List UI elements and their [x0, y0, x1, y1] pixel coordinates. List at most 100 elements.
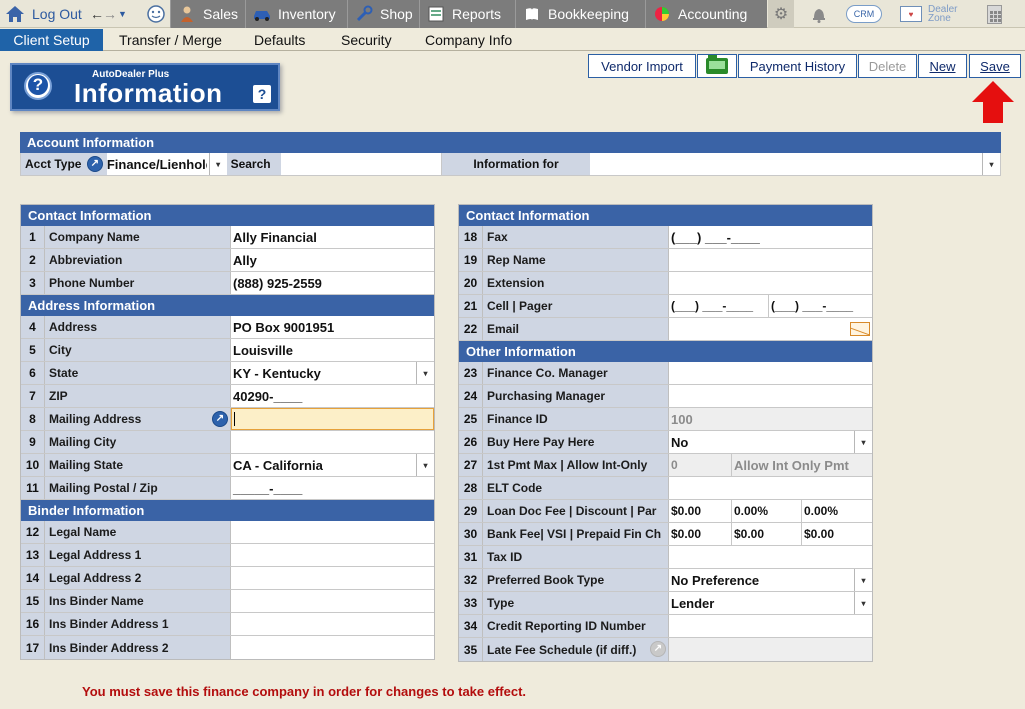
- chevron-down-icon[interactable]: ▾: [854, 569, 872, 591]
- delete-button[interactable]: Delete: [858, 54, 917, 78]
- purchasing-manager-input[interactable]: [669, 385, 872, 407]
- legal-name-input[interactable]: [231, 521, 434, 543]
- book-type-value: No Preference: [671, 572, 760, 588]
- finance-manager-input[interactable]: [669, 362, 872, 384]
- nav-tab-accounting[interactable]: Accounting: [645, 0, 767, 28]
- user-face-icon[interactable]: [145, 0, 167, 28]
- elt-code-input[interactable]: [669, 477, 872, 499]
- link-icon-cell: ↗: [82, 153, 107, 175]
- nav-tab-sales[interactable]: Sales: [170, 0, 245, 28]
- tab-transfer-merge[interactable]: Transfer / Merge: [119, 29, 222, 51]
- zip-input[interactable]: 40290-____: [231, 385, 434, 407]
- credit-reporting-id-input[interactable]: [669, 615, 872, 637]
- row-abbreviation: 2 Abbreviation Ally: [21, 249, 434, 272]
- par-input[interactable]: 0.00%: [802, 500, 838, 522]
- forward-arrow-icon[interactable]: →: [103, 6, 117, 22]
- new-label[interactable]: New: [929, 59, 955, 74]
- open-folder-button[interactable]: [697, 54, 737, 78]
- abbreviation-input[interactable]: Ally: [231, 249, 434, 271]
- vendor-import-button[interactable]: Vendor Import: [588, 54, 696, 78]
- envelope-icon[interactable]: [850, 322, 870, 336]
- logout-link[interactable]: Log Out: [4, 0, 82, 28]
- link-arrow-icon[interactable]: ↗: [86, 156, 103, 172]
- book-type-select[interactable]: No Preference ▾: [669, 569, 872, 591]
- chevron-down-icon[interactable]: ▾: [854, 592, 872, 614]
- bell-icon[interactable]: [808, 0, 830, 28]
- ins-binder-address-2-input[interactable]: [231, 636, 434, 659]
- discount-input[interactable]: 0.00%: [732, 500, 802, 522]
- loan-doc-fee-input[interactable]: $0.00: [669, 500, 732, 522]
- chevron-down-icon[interactable]: ▾: [854, 431, 872, 453]
- payment-history-button[interactable]: Payment History: [738, 54, 857, 78]
- extension-input[interactable]: [669, 272, 872, 294]
- gear-icon[interactable]: ⚙: [768, 0, 794, 28]
- field-label: Company Name: [45, 226, 231, 248]
- new-button[interactable]: New: [918, 54, 967, 78]
- email-input[interactable]: [669, 318, 872, 340]
- late-fee-link-icon[interactable]: ↗: [650, 641, 666, 657]
- row-zip: 7 ZIP 40290-____: [21, 385, 434, 408]
- field-label: Mailing Address: [49, 412, 142, 426]
- address-input[interactable]: PO Box 9001951: [231, 316, 434, 338]
- allow-int-only-checkbox[interactable]: Allow Int Only Pmt: [732, 454, 849, 476]
- vsi-input[interactable]: $0.00: [732, 523, 802, 545]
- tab-security[interactable]: Security: [341, 29, 392, 51]
- nav-tab-label: Sales: [203, 6, 239, 22]
- field-label: Mailing City: [45, 431, 231, 453]
- ins-binder-address-1-input[interactable]: [231, 613, 434, 635]
- mailing-state-select[interactable]: CA - California ▾: [231, 454, 434, 476]
- field-label: Bank Fee| VSI | Prepaid Fin Ch: [483, 523, 669, 545]
- chevron-down-icon[interactable]: ▾: [982, 153, 1000, 175]
- acct-type-select[interactable]: Finance/Lienholder ▾: [106, 153, 227, 175]
- pager-input[interactable]: (___) ___-____: [769, 295, 853, 317]
- nav-tab-bookkeeping[interactable]: Bookkeeping: [515, 0, 645, 28]
- dealer-zone-link[interactable]: ♥ Dealer Zone: [900, 0, 964, 28]
- bank-fee-input[interactable]: $0.00: [669, 523, 732, 545]
- crm-label[interactable]: CRM: [846, 5, 882, 23]
- bhph-select[interactable]: No ▾: [669, 431, 872, 453]
- nav-tab-inventory[interactable]: Inventory: [245, 0, 347, 28]
- fax-input[interactable]: (___) ___-____: [669, 226, 872, 248]
- tab-defaults[interactable]: Defaults: [254, 29, 305, 51]
- legal-address-1-input[interactable]: [231, 544, 434, 566]
- tab-client-setup[interactable]: Client Setup: [0, 29, 103, 51]
- nav-tab-shop[interactable]: Shop: [347, 0, 419, 28]
- row-first-pmt-max: 27 1st Pmt Max | Allow Int-Only 0 Allow …: [459, 454, 872, 477]
- home-icon[interactable]: [4, 4, 26, 24]
- rep-name-input[interactable]: [669, 249, 872, 271]
- calculator-icon[interactable]: [986, 0, 1002, 28]
- row-ins-binder-name: 15 Ins Binder Name: [21, 590, 434, 613]
- crm-button[interactable]: CRM: [846, 0, 882, 28]
- city-input[interactable]: Louisville: [231, 339, 434, 361]
- mailing-city-input[interactable]: [231, 431, 434, 453]
- row-mailing-address: 8 Mailing Address ↗: [21, 408, 434, 431]
- copy-address-icon[interactable]: ↗: [212, 411, 228, 427]
- mailing-zip-input[interactable]: _____-____: [231, 477, 434, 499]
- cell-input[interactable]: (___) ___-____: [669, 295, 769, 317]
- save-button[interactable]: Save: [969, 54, 1021, 78]
- row-mailing-city: 9 Mailing City: [21, 431, 434, 454]
- back-arrow-icon[interactable]: ←: [90, 6, 104, 22]
- chevron-down-icon[interactable]: ▼: [116, 9, 129, 19]
- chevron-down-icon[interactable]: ▾: [416, 362, 434, 384]
- phone-input[interactable]: (888) 925-2559: [231, 272, 434, 294]
- info-for-select[interactable]: ▾: [589, 153, 1000, 175]
- logout-label[interactable]: Log Out: [32, 6, 82, 22]
- type-select[interactable]: Lender ▾: [669, 592, 872, 614]
- tab-company-info[interactable]: Company Info: [425, 29, 512, 51]
- ins-binder-name-input[interactable]: [231, 590, 434, 612]
- tax-id-input[interactable]: [669, 546, 872, 568]
- chevron-down-icon[interactable]: ▾: [208, 153, 227, 175]
- mailing-address-input[interactable]: [231, 408, 434, 430]
- row-ins-binder-address-2: 17 Ins Binder Address 2: [21, 636, 434, 659]
- legal-address-2-input[interactable]: [231, 567, 434, 589]
- company-name-input[interactable]: Ally Financial: [231, 226, 434, 248]
- first-pmt-max-input[interactable]: 0: [669, 454, 732, 476]
- chevron-down-icon[interactable]: ▾: [416, 454, 434, 476]
- help-icon[interactable]: ?: [253, 85, 271, 103]
- search-input[interactable]: [281, 153, 443, 175]
- state-select[interactable]: KY - Kentucky ▾: [231, 362, 434, 384]
- prepaid-fin-ch-input[interactable]: $0.00: [802, 523, 834, 545]
- nav-tab-reports[interactable]: Reports: [419, 0, 515, 28]
- save-label[interactable]: Save: [980, 59, 1010, 74]
